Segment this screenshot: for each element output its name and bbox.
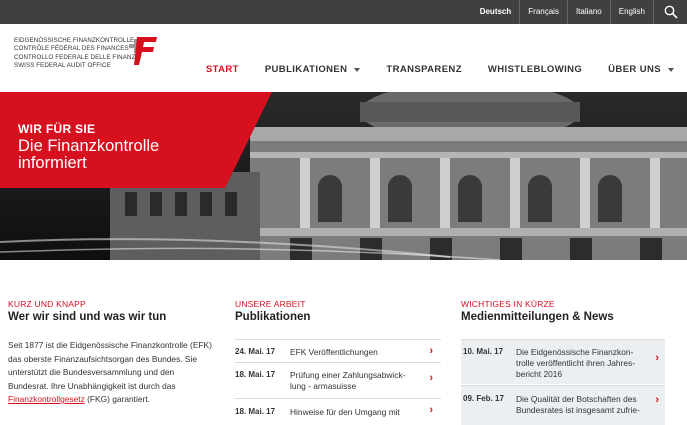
section-title: Wer wir sind und was wir tun [8, 311, 167, 323]
logo-text[interactable]: Eidgenössische Finanzkontrolle Contrôle … [14, 37, 140, 71]
section-kicker: UNSERE ARBEIT [235, 299, 306, 309]
nav-publikationen[interactable]: PUBLIKATIONEN [252, 64, 374, 75]
hero-title: Die Finanzkontrolle informiert [18, 137, 160, 172]
list-item[interactable]: 10. Mai. 17 Die Eidgenössische Finanzkon… [461, 339, 665, 384]
nav-start[interactable]: START [193, 64, 252, 75]
chevron-right-icon: › [429, 345, 433, 357]
column-publikationen: UNSERE ARBEIT Publikationen 24. Mai. 17 … [235, 299, 441, 418]
chevron-right-icon: › [429, 404, 433, 416]
search-icon [664, 5, 678, 19]
site-header: Eidgenössische Finanzkontrolle Contrôle … [0, 24, 687, 92]
main-nav: START PUBLIKATIONEN TRANSPARENZ WHISTLEB… [193, 64, 687, 75]
hero-banner: WIR FÜR SIE Die Finanzkontrolle informie… [0, 92, 687, 260]
column-medienmitteilungen: WICHTIGES IN KÜRZE Medienmitteilungen & … [461, 299, 665, 425]
lang-deutsch[interactable]: Deutsch [472, 0, 520, 24]
nav-whistleblowing[interactable]: WHISTLEBLOWING [475, 64, 595, 75]
about-text: Seit 1877 ist die Eidgenössische Finanzk… [8, 340, 212, 404]
hero-building-image [0, 92, 687, 260]
chevron-right-icon: › [655, 394, 659, 406]
fkg-link[interactable]: Finanzkontrollgesetz [8, 394, 85, 404]
column-about: KURZ UND KNAPP Wer wir sind und was wir … [8, 299, 216, 407]
hero-kicker: WIR FÜR SIE [18, 122, 96, 136]
lang-italiano[interactable]: Italiano [566, 0, 610, 24]
list-item[interactable]: 18. Mai. 17 Prüfung einer Zahlungsabwick… [235, 362, 441, 398]
section-kicker: KURZ UND KNAPP [8, 299, 86, 309]
chevron-right-icon: › [429, 372, 433, 384]
hero-text: WIR FÜR SIE Die Finanzkontrolle informie… [18, 122, 159, 172]
news-list: 10. Mai. 17 Die Eidgenössische Finanzkon… [461, 339, 665, 425]
section-kicker: WICHTIGES IN KÜRZE [461, 299, 555, 309]
nav-transparenz[interactable]: TRANSPARENZ [373, 64, 474, 75]
lang-francais[interactable]: Français [519, 0, 567, 24]
nav-ueber-uns[interactable]: ÜBER UNS [595, 64, 687, 75]
section-title: Publikationen [235, 311, 311, 323]
lang-english[interactable]: English [609, 0, 653, 24]
chevron-down-icon [354, 67, 361, 72]
publication-list: 24. Mai. 17 EFK Veröffentlichungen › 18.… [235, 339, 441, 418]
language-bar: Deutsch Français Italiano English [0, 0, 687, 24]
chevron-down-icon [668, 67, 674, 72]
search-button[interactable] [653, 0, 687, 24]
chevron-right-icon: › [655, 352, 659, 364]
efk-logo-icon[interactable] [123, 33, 159, 67]
list-item[interactable]: 24. Mai. 17 EFK Veröffentlichungen › [235, 339, 441, 362]
list-item[interactable]: 18. Mai. 17 Hinweise für den Umgang mit … [235, 398, 441, 418]
list-item[interactable]: 09. Feb. 17 Die Qualität der Botschaften… [461, 385, 665, 425]
section-title: Medienmitteilungen & News [461, 311, 614, 323]
